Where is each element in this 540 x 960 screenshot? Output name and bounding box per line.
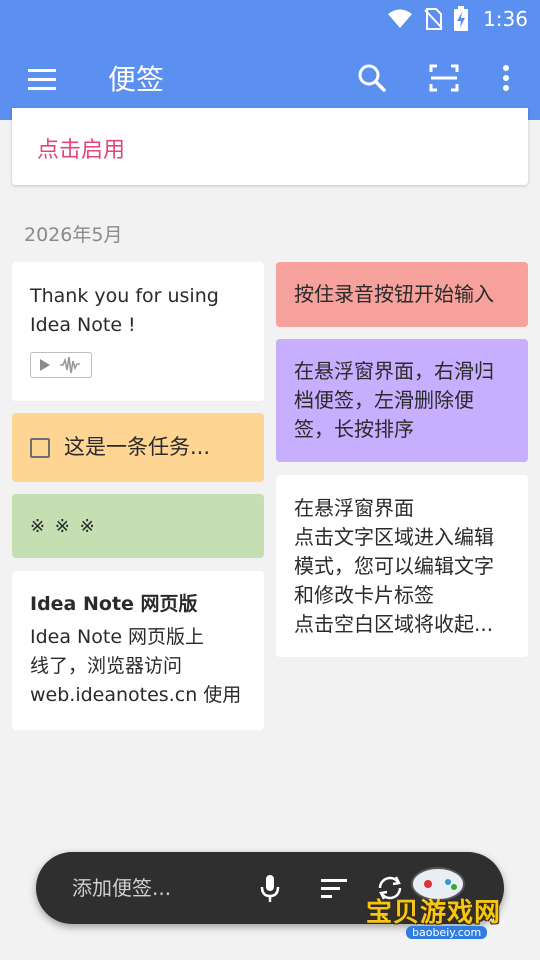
mic-icon[interactable] [252,870,288,906]
note-card-swipe[interactable]: 在悬浮窗界面，右滑归 档便签，左滑删除便 签，长按排序 [276,339,528,462]
status-time: 1:36 [483,7,528,31]
audio-attachment[interactable] [30,352,92,378]
enable-link[interactable]: 点击启用 [37,132,125,164]
sync-icon[interactable] [372,870,408,906]
note-card-welcome[interactable]: Thank you for using Idea Note ! [12,262,264,401]
watermark-url: baobeiy.com [406,926,488,939]
scan-icon[interactable] [424,58,464,98]
note-text: Thank you for using Idea Note ! [30,285,219,336]
enable-floating-card: 点击启用 [12,108,528,185]
note-text: 在悬浮窗界面，右滑归 档便签，左滑删除便 签，长按排序 [294,359,494,441]
more-vert-icon[interactable] [488,58,528,98]
checkbox-icon[interactable] [30,437,50,458]
date-header: 2026年5月 [24,224,123,246]
sort-icon[interactable] [316,870,352,906]
add-note-input[interactable]: 添加便签... [72,872,242,904]
note-card-edit[interactable]: 在悬浮窗界面 点击文字区域进入编辑 模式，您可以编辑文字 和修改卡片标签 点击空… [276,475,528,657]
note-text: 在悬浮窗界面 点击文字区域进入编辑 模式，您可以编辑文字 和修改卡片标签 点击空… [294,496,494,636]
page-title: 便签 [108,63,165,96]
app-bar: 1:36 便签 [0,0,540,120]
note-card-record[interactable]: 按住录音按钮开始输入 [276,262,528,327]
note-text: Idea Note 网页版上 线了，浏览器访问 web.ideanotes.cn… [30,626,242,706]
note-text: 这是一条任务... [64,435,211,459]
menu-icon[interactable] [24,62,60,96]
search-icon[interactable] [352,58,392,98]
note-card-stars[interactable]: ※ ※ ※ [12,494,264,558]
note-card-web[interactable]: Idea Note 网页版 Idea Note 网页版上 线了，浏览器访问 we… [12,571,264,730]
status-bar: 1:36 [0,0,540,38]
wifi-icon [388,9,413,28]
note-card-task[interactable]: 这是一条任务... [12,413,264,482]
note-title: Idea Note 网页版 [30,593,198,615]
bottom-input-bar: 添加便签... [36,852,504,924]
play-icon [40,359,50,371]
note-text: ※ ※ ※ [30,516,97,537]
note-text: 按住录音按钮开始输入 [294,282,494,306]
no-sim-icon [424,8,443,30]
waveform-icon [60,356,80,374]
battery-charging-icon [454,6,469,31]
